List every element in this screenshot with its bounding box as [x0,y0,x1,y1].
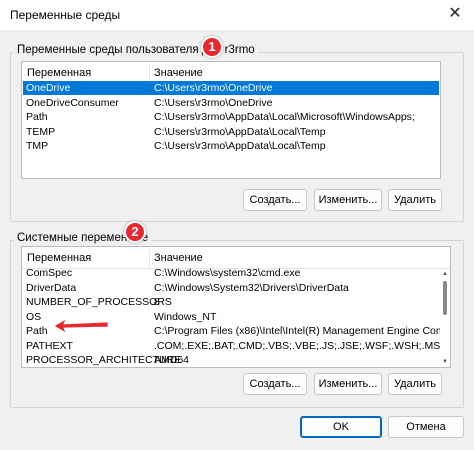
system-edit-button[interactable]: Изменить... [314,373,382,395]
table-row[interactable]: OneDriveConsumer C:\Users\r3rmo\OneDrive [23,96,439,110]
system-variables-list[interactable]: Переменная Значение ComSpec C:\Windows\sy… [21,246,451,368]
variable-value: 8 [154,296,160,308]
variable-name: Path [26,325,48,337]
table-row[interactable]: TMP C:\Users\r3rmo\AppData\Local\Temp [23,139,439,153]
variable-value: C:\Users\r3rmo\OneDrive [154,96,273,109]
user-edit-button[interactable]: Изменить... [314,189,382,211]
variable-value: C:\Windows\system32\cmd.exe [154,267,301,279]
table-row[interactable]: OneDrive C:\Users\r3rmo\OneDrive [23,81,439,95]
column-header-variable[interactable]: Переменная [27,252,91,264]
column-header-variable[interactable]: Переменная [27,67,91,79]
variable-value: C:\Users\r3rmo\OneDrive [154,82,273,94]
table-row[interactable]: NUMBER_OF_PROCESSORS 8 [23,295,449,309]
user-variables-list[interactable]: Переменная Значение OneDrive C:\Users\r3r… [21,61,441,179]
variable-value: C:\Users\r3rmo\AppData\Local\Temp [154,125,326,138]
scroll-down-icon[interactable]: ▼ [441,358,449,366]
table-row[interactable]: ComSpec C:\Windows\system32\cmd.exe [23,266,449,280]
badge-1: 1 [201,36,223,58]
variable-name: Path [26,111,48,123]
variable-name: ComSpec [26,267,73,279]
table-row[interactable]: DriverData C:\Windows\System32\Drivers\Dr… [23,281,449,295]
table-row[interactable]: PATHEXT .COM;.EXE;.BAT;.CMD;.VBS;.VBE;.JS… [23,339,449,353]
scroll-up-icon[interactable]: ▲ [441,270,449,278]
red-arrow-icon [53,318,109,334]
user-create-button[interactable]: Создать... [243,189,307,211]
user-delete-button[interactable]: Удалить [388,189,442,211]
cancel-button[interactable]: Отмена [388,416,464,438]
variable-value: C:\Windows\System32\Drivers\DriverData [154,281,349,294]
table-row[interactable]: PROCESSOR_ARCHITECTURE AMD64 [23,353,449,367]
variable-name: NUMBER_OF_PROCESSORS [26,296,172,308]
column-header-value[interactable]: Значение [154,67,203,79]
variable-name: TEMP [26,125,56,138]
ok-button[interactable]: OK [300,416,382,438]
variable-value: C:\Users\r3rmo\AppData\Local\Microsoft\W… [154,111,415,123]
column-header-value[interactable]: Значение [154,252,203,264]
variable-value: .COM;.EXE;.BAT;.CMD;.VBS;.VBE;.JS;.JSE;.… [154,339,448,352]
variable-name: DriverData [26,281,77,294]
system-delete-button[interactable]: Удалить [388,373,442,395]
system-list-scrollbar[interactable]: ▲ ▼ [440,269,450,367]
variable-value: Windows_NT [154,310,217,323]
variable-value: C:\Program Files (x86)\Intel\Intel(R) Ma… [154,325,451,337]
variable-name: PATHEXT [26,339,73,352]
table-row[interactable]: Path C:\Users\r3rmo\AppData\Local\Microso… [23,110,439,124]
system-create-button[interactable]: Создать... [243,373,307,395]
window-title: Переменные среды [10,8,121,22]
variable-name: OneDrive [26,82,71,94]
badge-2: 2 [124,221,146,243]
title-bar: Переменные среды ✕ [0,0,474,30]
scroll-thumb[interactable] [443,281,447,315]
variable-value: C:\Users\r3rmo\AppData\Local\Temp [154,140,326,152]
table-row[interactable]: TEMP C:\Users\r3rmo\AppData\Local\Temp [23,125,439,139]
variable-name: OneDriveConsumer [26,96,119,109]
close-icon[interactable]: ✕ [446,5,464,23]
variable-name: TMP [26,140,49,152]
variable-name: OS [26,310,42,323]
variable-value: AMD64 [154,354,190,366]
